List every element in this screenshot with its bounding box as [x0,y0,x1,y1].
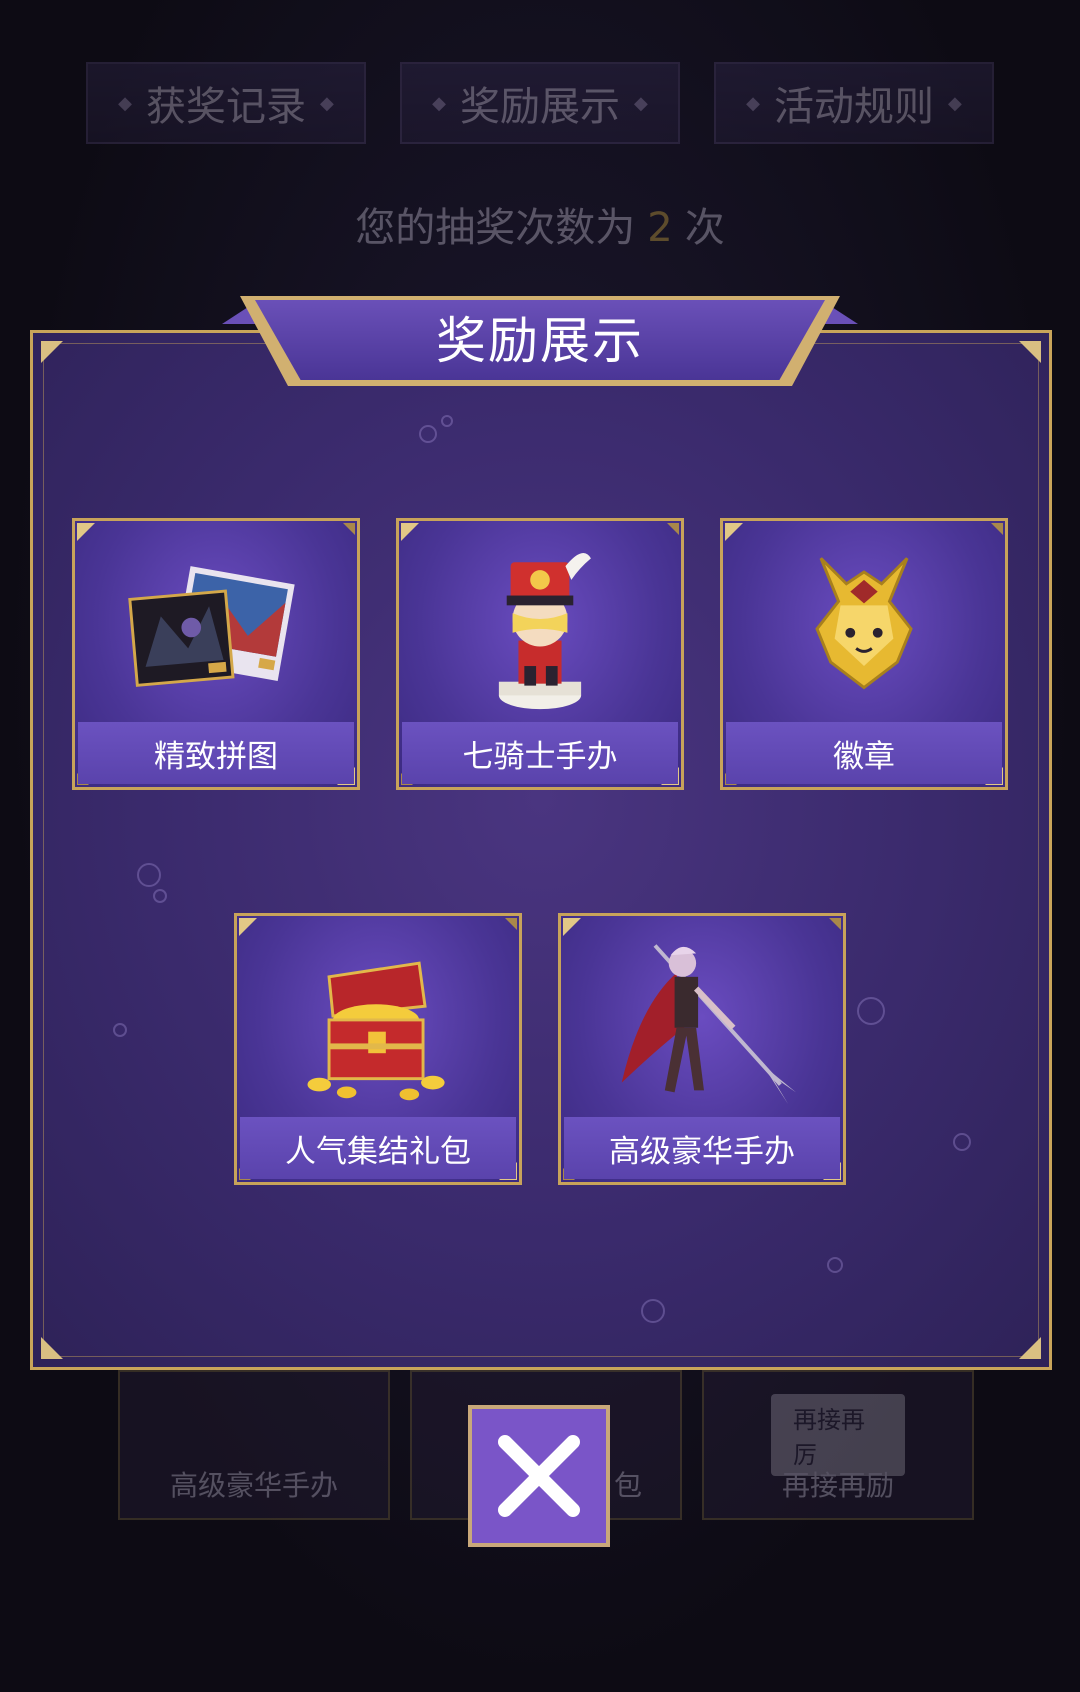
bg-card-label: 再接再励 [781,1469,894,1502]
draw-count-value: 2 [647,205,673,251]
prize-label: 精致拼图 [78,722,354,784]
tab-label: 活动规则 [774,84,934,130]
badge-icon [815,557,913,690]
draw-count-suffix: 次 [684,205,725,251]
prize-label: 人气集结礼包 [240,1117,516,1179]
bg-result-card: 再接再厉 再接再励 [702,1370,974,1520]
tab-label: 获奖记录 [146,84,306,130]
tab-win-records[interactable]: ◆ 获奖记录 ◆ [86,62,366,144]
tab-rules[interactable]: ◆ 活动规则 ◆ [714,62,994,144]
puzzle-box-icon [128,566,295,687]
prize-card[interactable]: 高级豪华手办 [558,913,846,1185]
knight-figure-icon [498,553,591,710]
tab-reward-display[interactable]: ◆ 奖励展示 ◆ [400,62,680,144]
tab-label: 奖励展示 [460,84,620,130]
prize-card[interactable]: 徽章 [720,518,1008,790]
close-button[interactable] [468,1405,610,1547]
prize-label: 高级豪华手办 [564,1117,840,1179]
draw-count-text: 您的抽奖次数为 2 次 [0,195,1080,253]
prize-label: 七骑士手办 [402,722,678,784]
bg-result-card: 高级豪华手办 [118,1370,390,1520]
reward-modal [30,330,1052,1370]
treasure-chest-icon [307,961,445,1101]
reward-screen: ◆ 获奖记录 ◆ ◆ 奖励展示 ◆ ◆ 活动规则 ◆ 您的抽奖次数为 2 次 高级豪华手办 包 … [0,0,1080,1692]
prize-card[interactable]: 七骑士手办 [396,518,684,790]
prize-card[interactable]: 人气集结礼包 [234,913,522,1185]
close-icon [498,1435,580,1517]
prize-label: 徽章 [726,722,1002,784]
bg-card-label: 高级豪华手办 [169,1469,338,1502]
prize-card[interactable]: 精致拼图 [72,518,360,790]
warrior-figure-icon [621,944,796,1105]
modal-title: 奖励展示 [436,312,644,370]
draw-count-prefix: 您的抽奖次数为 [355,205,636,251]
